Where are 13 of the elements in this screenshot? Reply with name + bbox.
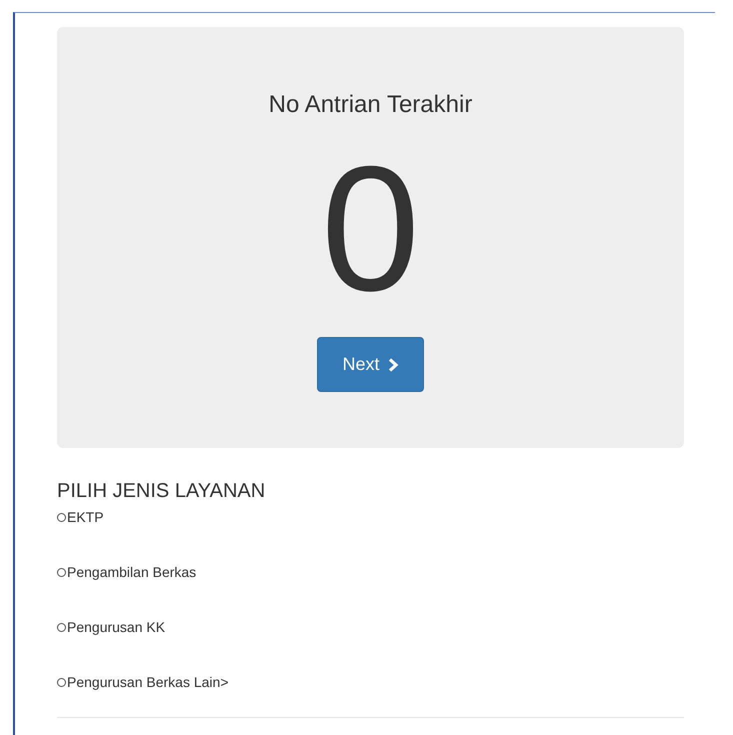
section-heading: PILIH JENIS LAYANAN (57, 479, 266, 503)
panel-title: No Antrian Terakhir (268, 91, 472, 119)
next-button[interactable]: Next (317, 337, 424, 392)
service-option[interactable]: Pengurusan KK (57, 619, 715, 635)
service-option[interactable]: EKTP (57, 509, 715, 525)
queue-number: 0 (321, 139, 420, 319)
radio-button[interactable] (57, 512, 66, 522)
service-option[interactable]: Pengurusan Berkas Lain> (57, 674, 715, 690)
radio-button[interactable] (57, 678, 66, 686)
radio-button[interactable] (57, 568, 66, 576)
service-option[interactable]: Pengambilan Berkas (57, 564, 715, 580)
radio-button[interactable] (57, 622, 66, 632)
chevron-right-icon (388, 358, 398, 372)
